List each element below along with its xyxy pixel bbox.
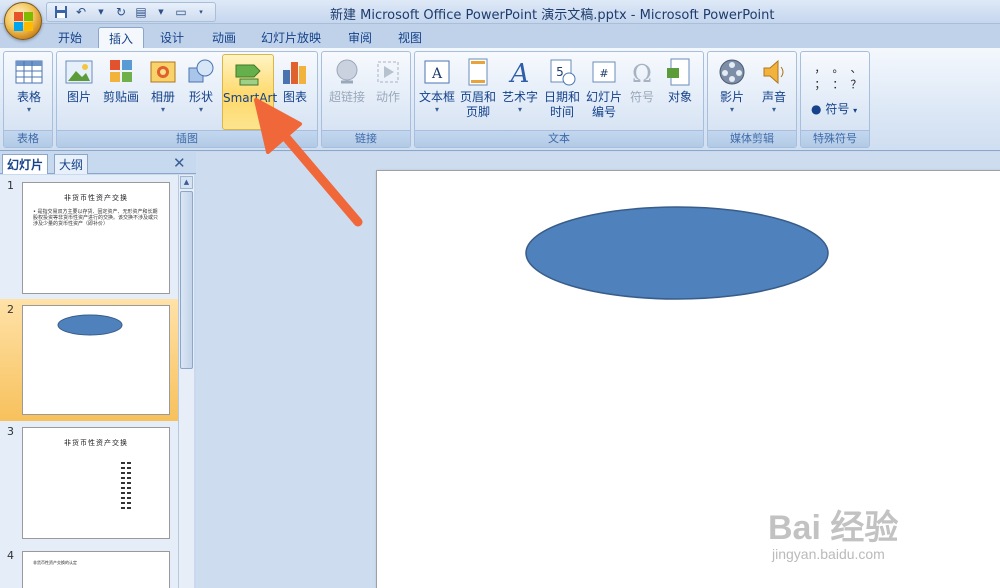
office-button[interactable] — [4, 2, 42, 40]
office-logo-icon — [14, 12, 34, 32]
watermark-brand: Bai 经验 — [768, 509, 899, 547]
baidu-watermark: Bai 经验 jingyan.baidu.com — [768, 488, 990, 574]
watermark-url: jingyan.baidu.com — [772, 546, 885, 562]
